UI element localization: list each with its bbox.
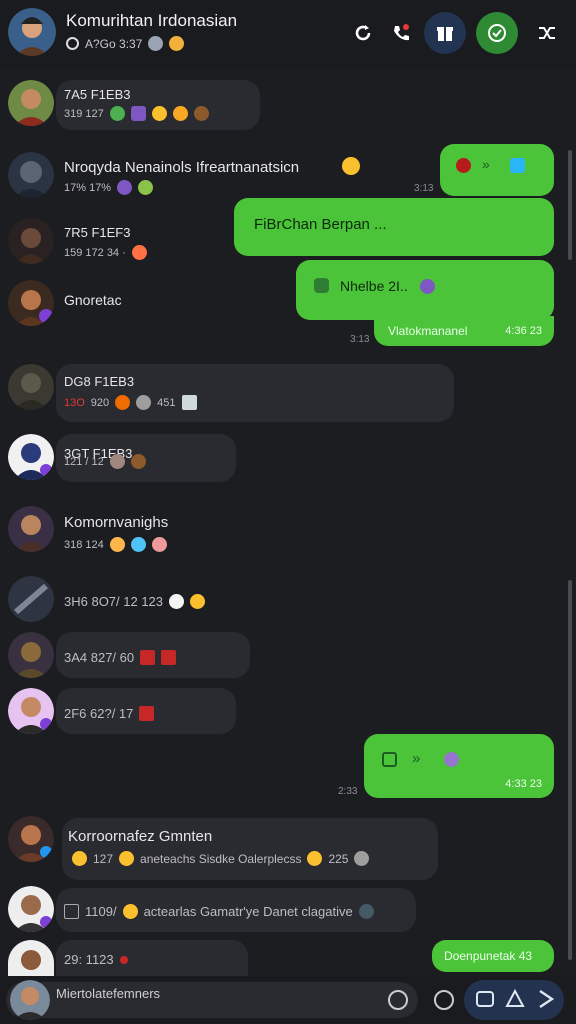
outgoing-bubble[interactable]: » 4:33 23 — [364, 734, 554, 798]
message-bubble[interactable] — [56, 364, 454, 422]
attach-icon[interactable] — [504, 988, 526, 1010]
timestamp: 3:13 — [350, 334, 370, 345]
wave-icon: » — [482, 156, 490, 172]
message-text: Nhelbe 2I.. — [340, 278, 408, 294]
heart-icon — [456, 158, 471, 173]
message-meta: 121 / 12 — [64, 454, 146, 469]
chat-subtitle: A?Go 3:37 — [66, 36, 185, 51]
avatar[interactable] — [8, 816, 54, 862]
message-meta: 13O 920 451 — [64, 395, 197, 410]
avatar[interactable] — [8, 886, 54, 932]
grape-icon — [420, 279, 435, 294]
sticker-icon — [444, 752, 459, 767]
message-meta: 159 172 34 · — [64, 245, 147, 260]
input-placeholder: Miertolatefemners — [56, 986, 161, 1001]
message-text: Doenpunetak 43 — [444, 949, 533, 963]
avatar[interactable] — [8, 576, 54, 622]
bot-icon — [314, 278, 329, 293]
home-icon — [382, 752, 397, 767]
message-text: Vlatokmananel — [388, 324, 468, 338]
timestamp: 4:33 23 — [505, 778, 542, 790]
message-meta: 29: 1123 — [64, 952, 128, 967]
composer-bar: Miertolatefemners — [0, 976, 576, 1024]
avatar[interactable] — [8, 506, 54, 552]
sticker-icon[interactable] — [434, 990, 454, 1010]
check-circle-icon[interactable] — [476, 12, 518, 54]
emoji-icon — [169, 36, 185, 51]
self-avatar[interactable] — [10, 980, 50, 1020]
subtitle-text: A?Go 3:37 — [85, 36, 143, 51]
avatar[interactable] — [8, 80, 54, 126]
timestamp: 4:36 23 — [505, 325, 542, 337]
message-meta: 1109/ actearlas Gamatr'ye Danet clagativ… — [64, 904, 374, 919]
emoji-icon — [342, 157, 360, 175]
scrollbar-thumb[interactable] — [568, 150, 572, 260]
chat-header: Komurihtan Irdonasian A?Go 3:37 — [0, 0, 576, 68]
sender-name: Nroqyda Nenainols Ifreartnanatsicn — [64, 159, 300, 176]
status-icon — [66, 37, 79, 50]
sender-name: Gnoretac — [64, 292, 122, 308]
avatar[interactable] — [8, 152, 54, 198]
scrollbar-track[interactable] — [568, 580, 572, 960]
emoji-icon[interactable] — [388, 990, 408, 1010]
avatar[interactable] — [8, 364, 54, 410]
send-icon[interactable] — [536, 988, 556, 1010]
sender-name: 7R5 F1EF3 — [64, 225, 131, 240]
message-meta: 2F6 62?/ 17 — [64, 706, 155, 721]
avatar[interactable] — [8, 218, 54, 264]
message-meta: 17% 17% — [64, 180, 154, 195]
message-meta: 319 127 — [64, 106, 209, 121]
refresh-icon[interactable] — [342, 12, 384, 54]
camera-icon[interactable] — [476, 991, 494, 1007]
avatar[interactable] — [8, 434, 54, 480]
outgoing-bubble-tail[interactable]: Vlatokmananel 4:36 23 — [374, 316, 554, 346]
outgoing-bubble[interactable]: Nhelbe 2I.. — [296, 260, 554, 320]
message-meta: 127 aneteachs Sisdke Oalerplecss 225 — [72, 851, 370, 866]
avatar[interactable] — [8, 688, 54, 734]
timestamp: 2:33 — [338, 786, 358, 797]
phone-icon[interactable] — [380, 12, 422, 54]
message-text: FiBrChan Berpan ... — [254, 216, 387, 233]
avatar[interactable] — [8, 280, 54, 326]
message-meta: 3A4 827/ 60 — [64, 650, 177, 665]
outgoing-bubble[interactable]: » — [440, 144, 554, 196]
group-avatar[interactable] — [8, 8, 56, 56]
robot-icon — [510, 158, 525, 173]
sender-name: Komornvanighs — [64, 514, 169, 531]
wave-icon: » — [412, 750, 421, 767]
outgoing-bubble[interactable]: FiBrChan Berpan ... — [234, 198, 554, 256]
mini-avatar-icon — [148, 36, 164, 51]
message-meta: 318 124 — [64, 537, 167, 552]
chat-title: Komurihtan Irdonasian — [66, 11, 238, 30]
gift-icon[interactable] — [424, 12, 466, 54]
shuffle-icon[interactable] — [526, 12, 568, 54]
timestamp: 3:13 — [414, 183, 434, 194]
gift-icon — [181, 395, 197, 410]
sender-name: 7A5 F1EB3 — [64, 87, 131, 102]
message-meta: 3H6 8O7/ 12 123 — [64, 594, 206, 609]
avatar[interactable] — [8, 632, 54, 678]
sender-name: Korroornafez Gmnten — [68, 828, 213, 845]
outgoing-bubble[interactable]: Doenpunetak 43 — [432, 940, 554, 972]
avatar[interactable] — [8, 940, 54, 976]
sender-name: DG8 F1EB3 — [64, 374, 135, 389]
